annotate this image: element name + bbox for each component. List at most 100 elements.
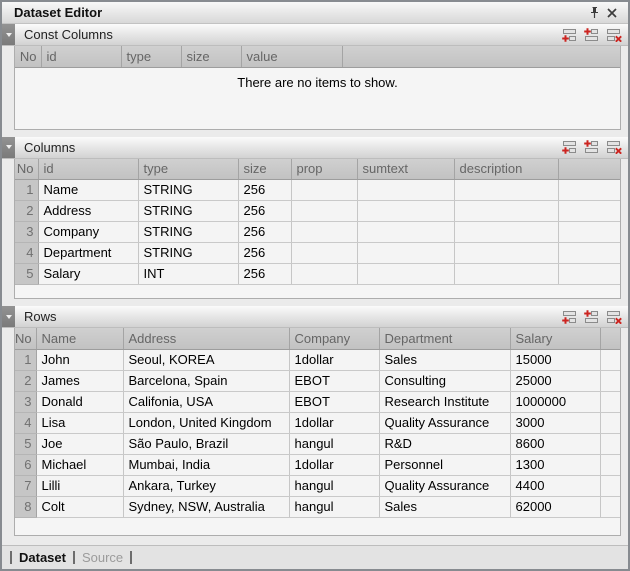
add-row-icon[interactable] bbox=[561, 140, 578, 154]
insert-row-icon[interactable] bbox=[583, 28, 600, 42]
cell-name[interactable]: Lisa bbox=[36, 412, 123, 433]
column-header-company[interactable]: Company bbox=[289, 328, 379, 349]
cell-company[interactable]: 1dollar bbox=[289, 454, 379, 475]
cell-department[interactable]: Quality Assurance bbox=[379, 412, 510, 433]
add-row-icon[interactable] bbox=[561, 28, 578, 42]
cell-type[interactable]: STRING bbox=[138, 201, 238, 222]
column-header-no[interactable]: No bbox=[15, 159, 38, 180]
cell-salary[interactable]: 3000 bbox=[510, 412, 600, 433]
column-header-value[interactable]: value bbox=[241, 46, 342, 67]
cell-id[interactable]: Address bbox=[38, 201, 138, 222]
cell-description[interactable] bbox=[454, 201, 558, 222]
cell-prop[interactable] bbox=[291, 222, 357, 243]
column-header-size[interactable]: size bbox=[181, 46, 241, 67]
cell-prop[interactable] bbox=[291, 201, 357, 222]
cell-description[interactable] bbox=[454, 243, 558, 264]
cell-address[interactable]: Sydney, NSW, Australia bbox=[123, 496, 289, 517]
cell-department[interactable]: R&D bbox=[379, 433, 510, 454]
column-header-size[interactable]: size bbox=[238, 159, 291, 180]
column-header-no[interactable]: No bbox=[15, 46, 41, 67]
cell-address[interactable]: Barcelona, Spain bbox=[123, 370, 289, 391]
cell-department[interactable]: Sales bbox=[379, 496, 510, 517]
cell-prop[interactable] bbox=[291, 180, 357, 201]
column-header-salary[interactable]: Salary bbox=[510, 328, 600, 349]
column-header-department[interactable]: Department bbox=[379, 328, 510, 349]
cell-size[interactable]: 256 bbox=[238, 222, 291, 243]
cell-name[interactable]: Lilli bbox=[36, 475, 123, 496]
cell-prop[interactable] bbox=[291, 264, 357, 285]
cell-address[interactable]: Mumbai, India bbox=[123, 454, 289, 475]
cell-salary[interactable]: 4400 bbox=[510, 475, 600, 496]
cell-company[interactable]: hangul bbox=[289, 475, 379, 496]
delete-row-icon[interactable] bbox=[605, 140, 622, 154]
cell-size[interactable]: 256 bbox=[238, 201, 291, 222]
column-header-address[interactable]: Address bbox=[123, 328, 289, 349]
cell-department[interactable]: Consulting bbox=[379, 370, 510, 391]
cell-name[interactable]: Joe bbox=[36, 433, 123, 454]
cell-type[interactable]: STRING bbox=[138, 180, 238, 201]
cell-company[interactable]: hangul bbox=[289, 433, 379, 454]
cell-sumtext[interactable] bbox=[357, 180, 454, 201]
column-header-type[interactable]: type bbox=[121, 46, 181, 67]
cell-sumtext[interactable] bbox=[357, 222, 454, 243]
cell-company[interactable]: hangul bbox=[289, 496, 379, 517]
cell-id[interactable]: Salary bbox=[38, 264, 138, 285]
cell-type[interactable]: STRING bbox=[138, 222, 238, 243]
cell-size[interactable]: 256 bbox=[238, 180, 291, 201]
cell-company[interactable]: 1dollar bbox=[289, 412, 379, 433]
column-header-sumtext[interactable]: sumtext bbox=[357, 159, 454, 180]
cell-name[interactable]: John bbox=[36, 349, 123, 370]
columns-collapse-button[interactable] bbox=[2, 137, 15, 158]
cell-name[interactable]: Donald bbox=[36, 391, 123, 412]
cell-prop[interactable] bbox=[291, 243, 357, 264]
cell-address[interactable]: Ankara, Turkey bbox=[123, 475, 289, 496]
cell-id[interactable]: Company bbox=[38, 222, 138, 243]
cell-address[interactable]: Seoul, KOREA bbox=[123, 349, 289, 370]
cell-company[interactable]: EBOT bbox=[289, 391, 379, 412]
column-header-description[interactable]: description bbox=[454, 159, 558, 180]
cell-address[interactable]: São Paulo, Brazil bbox=[123, 433, 289, 454]
cell-salary[interactable]: 8600 bbox=[510, 433, 600, 454]
delete-row-icon[interactable] bbox=[605, 310, 622, 324]
delete-row-icon[interactable] bbox=[605, 28, 622, 42]
insert-row-icon[interactable] bbox=[583, 140, 600, 154]
cell-salary[interactable]: 1300 bbox=[510, 454, 600, 475]
const-columns-collapse-button[interactable] bbox=[2, 24, 15, 45]
cell-address[interactable]: Califonia, USA bbox=[123, 391, 289, 412]
column-header-id[interactable]: id bbox=[41, 46, 121, 67]
cell-type[interactable]: STRING bbox=[138, 243, 238, 264]
cell-address[interactable]: London, United Kingdom bbox=[123, 412, 289, 433]
cell-company[interactable]: 1dollar bbox=[289, 349, 379, 370]
cell-type[interactable]: INT bbox=[138, 264, 238, 285]
cell-name[interactable]: Colt bbox=[36, 496, 123, 517]
cell-department[interactable]: Personnel bbox=[379, 454, 510, 475]
cell-name[interactable]: James bbox=[36, 370, 123, 391]
close-icon[interactable] bbox=[603, 5, 621, 21]
cell-department[interactable]: Quality Assurance bbox=[379, 475, 510, 496]
cell-company[interactable]: EBOT bbox=[289, 370, 379, 391]
cell-salary[interactable]: 25000 bbox=[510, 370, 600, 391]
cell-description[interactable] bbox=[454, 222, 558, 243]
cell-sumtext[interactable] bbox=[357, 243, 454, 264]
column-header-type[interactable]: type bbox=[138, 159, 238, 180]
cell-sumtext[interactable] bbox=[357, 201, 454, 222]
cell-department[interactable]: Sales bbox=[379, 349, 510, 370]
rows-collapse-button[interactable] bbox=[2, 306, 15, 327]
cell-description[interactable] bbox=[454, 264, 558, 285]
cell-description[interactable] bbox=[454, 180, 558, 201]
cell-sumtext[interactable] bbox=[357, 264, 454, 285]
cell-id[interactable]: Department bbox=[38, 243, 138, 264]
tab-source[interactable]: Source bbox=[82, 550, 123, 565]
column-header-name[interactable]: Name bbox=[36, 328, 123, 349]
cell-salary[interactable]: 15000 bbox=[510, 349, 600, 370]
column-header-no[interactable]: No bbox=[15, 328, 36, 349]
tab-dataset[interactable]: Dataset bbox=[19, 550, 66, 565]
column-header-id[interactable]: id bbox=[38, 159, 138, 180]
cell-id[interactable]: Name bbox=[38, 180, 138, 201]
pin-icon[interactable] bbox=[585, 5, 603, 21]
insert-row-icon[interactable] bbox=[583, 310, 600, 324]
cell-salary[interactable]: 62000 bbox=[510, 496, 600, 517]
cell-size[interactable]: 256 bbox=[238, 243, 291, 264]
add-row-icon[interactable] bbox=[561, 310, 578, 324]
cell-name[interactable]: Michael bbox=[36, 454, 123, 475]
